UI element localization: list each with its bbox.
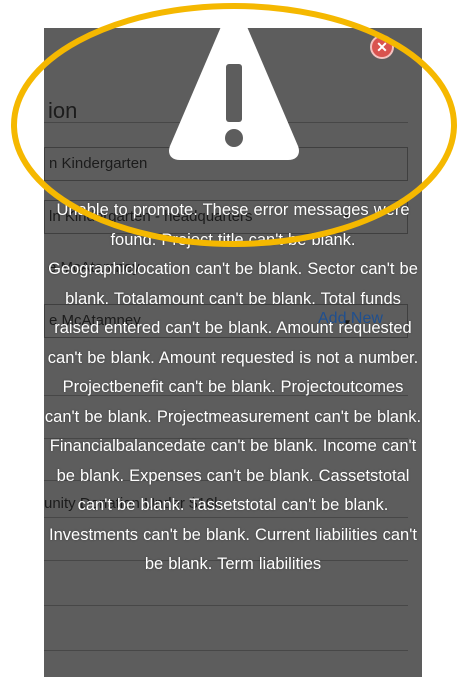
background-heading: ion — [48, 98, 78, 123]
close-icon[interactable]: ✕ — [372, 37, 392, 57]
error-message: Unable to promote. These error messages … — [44, 201, 422, 573]
divider — [44, 650, 408, 651]
divider — [44, 605, 408, 606]
warning-triangle-icon — [169, 14, 299, 160]
screen: ion n Kindergarten ln Kindergarten - hea… — [0, 0, 462, 677]
